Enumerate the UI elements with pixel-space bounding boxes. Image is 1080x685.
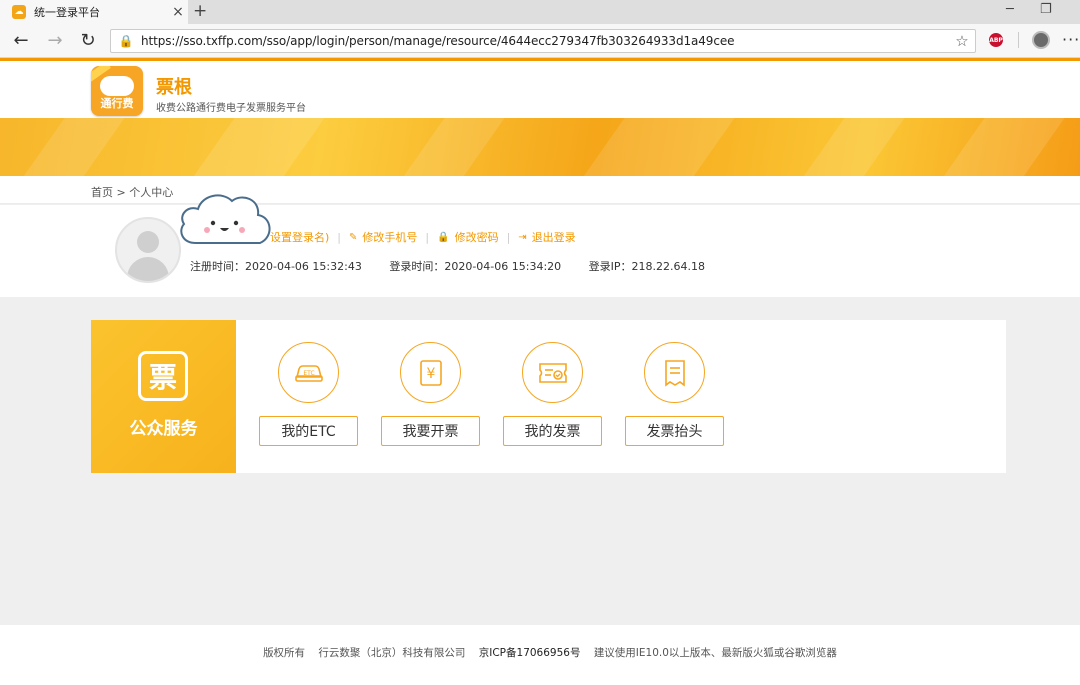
more-menu-icon[interactable]: ···	[1062, 30, 1080, 49]
browser-tab-strip: ☁ 统一登录平台 × + ─ ❐	[0, 0, 1080, 24]
brand-name: 票根	[156, 77, 192, 98]
footer-company: 行云数聚（北京）科技有限公司	[318, 647, 466, 659]
edit-icon: ✎	[349, 231, 358, 243]
profile-actions: 设置登录名) | ✎ 修改手机号 | 🔒 修改密码 | ⇥ 退出登录	[270, 229, 576, 245]
site-logo[interactable]: 通行费	[91, 66, 143, 116]
tab-title: 统一登录平台	[34, 6, 100, 19]
url-field[interactable]: 🔒 https://sso.txffp.com/sso/app/login/pe…	[110, 29, 976, 53]
service-issue-invoice: ¥ 我要开票	[381, 320, 481, 473]
banner-stripe	[788, 118, 912, 176]
profile-panel: 设置登录名) | ✎ 修改手机号 | 🔒 修改密码 | ⇥ 退出登录 注册时间：…	[0, 194, 1080, 297]
my-invoices-button[interactable]: 我的发票	[503, 416, 602, 446]
lock-icon: 🔒	[437, 231, 450, 243]
public-services-title: 公众服务	[129, 419, 198, 439]
footer-text: 版权所有 行云数聚（北京）科技有限公司 京ICP备17066956号 建议使用I…	[0, 645, 1080, 660]
invoice-header-button[interactable]: 发票抬头	[625, 416, 724, 446]
tab-close-button[interactable]: ×	[168, 4, 188, 20]
service-my-invoices: 我的发票	[503, 320, 603, 473]
login-name-hint[interactable]: 设置登录名)	[270, 229, 329, 245]
breadcrumb-bar: 首页 > 个人中心	[0, 176, 1080, 204]
change-phone-link[interactable]: 修改手机号	[362, 229, 417, 245]
toolbar-divider	[1018, 32, 1019, 48]
url-text[interactable]: https://sso.txffp.com/sso/app/login/pers…	[141, 34, 949, 48]
footer-copyright: 版权所有	[263, 647, 306, 659]
logo-text: 通行费	[100, 97, 134, 110]
cloud-sticker-icon	[180, 194, 271, 244]
register-time: 注册时间：2020-04-06 15:32:43	[190, 260, 362, 273]
logout-link[interactable]: 退出登录	[532, 229, 576, 245]
forward-button[interactable]: →	[44, 30, 66, 51]
action-separator: |	[425, 230, 430, 244]
favicon-icon: ☁	[12, 5, 26, 19]
service-my-etc: ETC 我的ETC	[259, 320, 359, 473]
header-banner	[0, 118, 1080, 176]
banner-stripe	[928, 118, 1072, 176]
browser-tab[interactable]: ☁ 统一登录平台 ×	[0, 0, 188, 24]
footer-icp-link[interactable]: 京ICP备17066956号	[479, 647, 581, 659]
site-header: 通行费 票根 收费公路通行费电子发票服务平台	[0, 61, 1080, 118]
login-time: 登录时间：2020-04-06 15:34:20	[389, 260, 562, 273]
banner-stripe	[388, 118, 512, 176]
avatar[interactable]	[115, 217, 181, 283]
back-button[interactable]: ←	[10, 30, 32, 51]
public-services-header: 票 公众服务	[91, 320, 236, 473]
receipt-icon[interactable]	[644, 342, 705, 403]
lock-icon: 🔒	[118, 34, 134, 48]
ticket-check-icon[interactable]	[522, 342, 583, 403]
banner-stripe	[568, 118, 742, 176]
brand-subtitle: 收费公路通行费电子发票服务平台	[156, 103, 306, 114]
refresh-button[interactable]: ↻	[77, 30, 99, 51]
yuan-symbol: ¥	[426, 366, 435, 382]
site-footer: 版权所有 行云数聚（北京）科技有限公司 京ICP备17066956号 建议使用I…	[0, 625, 1080, 685]
etc-icon-label: ETC	[303, 370, 314, 377]
banner-stripe	[8, 118, 132, 176]
profile-avatar-icon[interactable]	[1032, 31, 1050, 49]
login-ip: 登录IP：218.22.64.18	[588, 260, 706, 273]
footer-browser-suggestion: 建议使用IE10.0以上版本、最新版火狐或谷歌浏览器	[593, 647, 837, 659]
favorite-star-icon[interactable]: ☆	[949, 32, 975, 50]
profile-meta: 注册时间：2020-04-06 15:32:43 登录时间：2020-04-06…	[190, 258, 729, 274]
public-services-panel: 票 公众服务 ETC 我的ETC ¥ 我要开票 我的发票 发票抬头	[91, 320, 1006, 473]
new-tab-button[interactable]: +	[193, 1, 207, 21]
service-invoice-header: 发票抬头	[625, 320, 725, 473]
avatar-body	[127, 257, 169, 281]
issue-invoice-button[interactable]: 我要开票	[381, 416, 480, 446]
invoice-yuan-icon[interactable]: ¥	[400, 342, 461, 403]
change-password-link[interactable]: 修改密码	[455, 229, 499, 245]
ticket-icon: 票	[138, 351, 188, 401]
action-separator: |	[337, 230, 342, 244]
restore-button[interactable]: ❐	[1040, 2, 1052, 17]
action-separator: |	[506, 230, 511, 244]
banner-stripe	[178, 118, 332, 176]
avatar-head	[137, 231, 159, 253]
car-icon[interactable]: ETC	[278, 342, 339, 403]
my-etc-button[interactable]: 我的ETC	[259, 416, 358, 446]
adblock-extension-icon[interactable]: ABP	[989, 33, 1003, 47]
logout-icon: ⇥	[518, 231, 527, 243]
address-bar: ← → ↻ 🔒 https://sso.txffp.com/sso/app/lo…	[0, 24, 1080, 58]
minimize-button[interactable]: ─	[1006, 2, 1014, 17]
cloud-icon	[100, 76, 134, 96]
breadcrumb[interactable]: 首页 > 个人中心	[91, 184, 173, 200]
